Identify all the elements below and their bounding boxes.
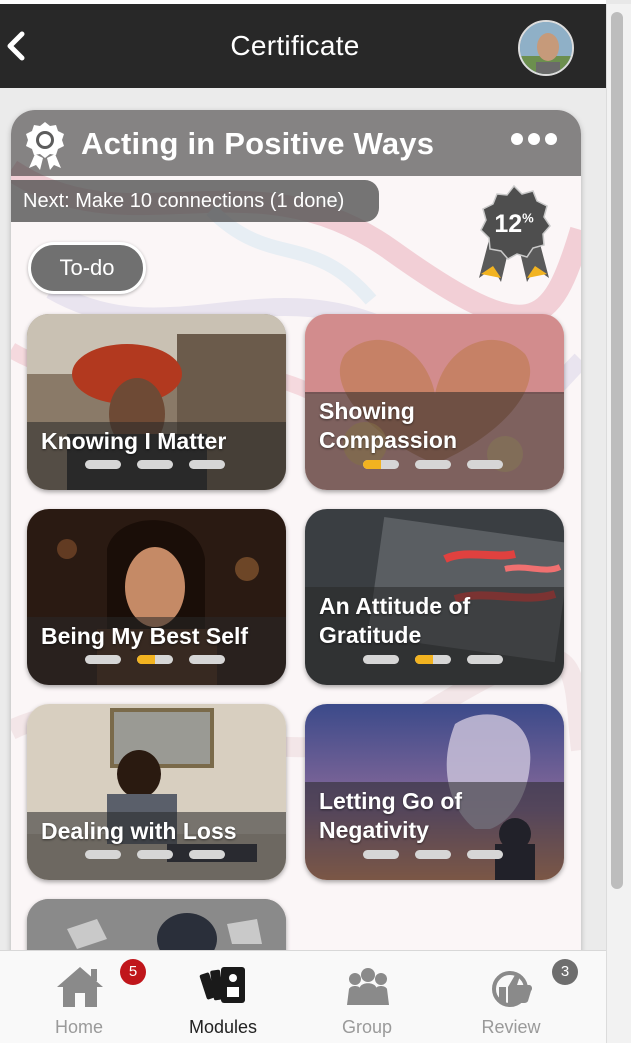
certificate-card: Acting in Positive Ways Next: Make 10 co… bbox=[11, 110, 581, 950]
module-title-line: Showing bbox=[319, 398, 415, 424]
next-step-text: Next: Make 10 connections (1 done) bbox=[23, 190, 345, 212]
module-title-line: Compassion bbox=[319, 427, 458, 453]
page-title: Certificate bbox=[230, 30, 360, 61]
module-progress bbox=[85, 655, 229, 665]
nav-label: Group bbox=[341, 1017, 393, 1037]
progress-badge: 12% bbox=[471, 182, 557, 286]
nav-home[interactable]: 5 Home bbox=[14, 951, 146, 1043]
module-tile-showing-compassion[interactable]: Showing Compassion bbox=[305, 314, 564, 490]
award-ribbon-icon bbox=[26, 122, 64, 170]
module-progress bbox=[363, 850, 507, 860]
module-tile-dealing-with-loss[interactable]: Dealing with Loss bbox=[27, 704, 286, 880]
progress-segment bbox=[415, 850, 451, 859]
next-step-bar: Next: Make 10 connections (1 done) bbox=[11, 180, 379, 222]
avatar[interactable] bbox=[518, 20, 574, 76]
dot-icon bbox=[511, 133, 523, 145]
certificate-screen: Certificate Acting in Positive Ways Next… bbox=[0, 0, 631, 1043]
nav-label: Review bbox=[481, 1017, 541, 1037]
progress-fill bbox=[137, 655, 155, 664]
module-title-line: An Attitude of bbox=[319, 593, 471, 619]
progress-percent: 12% bbox=[494, 210, 534, 238]
module-title: Showing Compassion bbox=[319, 397, 457, 455]
progress-segment bbox=[189, 460, 225, 469]
module-title: Being My Best Self bbox=[41, 623, 249, 649]
todo-filter-button[interactable]: To-do bbox=[28, 242, 146, 294]
module-tile-partial[interactable] bbox=[27, 899, 286, 950]
module-image bbox=[27, 899, 286, 950]
progress-segment bbox=[189, 850, 225, 859]
dot-icon bbox=[528, 133, 540, 145]
progress-segment bbox=[467, 655, 503, 664]
progress-segment bbox=[467, 460, 503, 469]
progress-segment bbox=[363, 850, 399, 859]
cards-icon bbox=[199, 967, 245, 1003]
progress-segment bbox=[363, 655, 399, 664]
main-content: Acting in Positive Ways Next: Make 10 co… bbox=[0, 88, 606, 950]
module-progress bbox=[85, 850, 229, 860]
progress-segment bbox=[467, 850, 503, 859]
scrollbar-thumb[interactable] bbox=[611, 12, 623, 889]
module-tile-being-my-best-self[interactable]: Being My Best Self bbox=[27, 509, 286, 685]
module-progress bbox=[363, 655, 507, 665]
user-photo bbox=[520, 22, 572, 74]
certificate-title: Acting in Positive Ways bbox=[81, 126, 435, 161]
nav-label: Modules bbox=[188, 1017, 258, 1037]
progress-segment bbox=[363, 460, 399, 469]
module-progress bbox=[363, 460, 507, 470]
progress-segment bbox=[415, 460, 451, 469]
thumbs-up-icon bbox=[492, 971, 533, 1007]
module-title-line: Letting Go of bbox=[319, 788, 463, 814]
module-tile-letting-go-of-negativity[interactable]: Letting Go of Negativity bbox=[305, 704, 564, 880]
progress-segment bbox=[85, 850, 121, 859]
nav-modules[interactable]: Modules bbox=[158, 951, 288, 1043]
progress-segment bbox=[415, 655, 451, 664]
progress-segment bbox=[137, 850, 173, 859]
progress-segment bbox=[189, 655, 225, 664]
module-progress bbox=[85, 460, 229, 470]
nav-group[interactable]: Group bbox=[302, 951, 432, 1043]
notification-badge: 3 bbox=[552, 959, 578, 985]
progress-segment bbox=[137, 460, 173, 469]
module-title: Letting Go of Negativity bbox=[319, 787, 462, 845]
app-header: Certificate bbox=[0, 0, 606, 88]
progress-fill bbox=[415, 655, 433, 664]
notification-badge: 5 bbox=[120, 959, 146, 985]
module-title: Knowing I Matter bbox=[41, 428, 227, 454]
progress-segment bbox=[85, 655, 121, 664]
dot-icon bbox=[545, 133, 557, 145]
progress-fill bbox=[363, 460, 381, 469]
module-title-line: Gratitude bbox=[319, 622, 422, 648]
module-tile-attitude-of-gratitude[interactable]: An Attitude of Gratitude bbox=[305, 509, 564, 685]
progress-segment bbox=[85, 460, 121, 469]
more-options-button[interactable] bbox=[511, 132, 567, 154]
module-tile-knowing-i-matter[interactable]: Knowing I Matter bbox=[27, 314, 286, 490]
module-title: Dealing with Loss bbox=[41, 818, 237, 844]
group-icon bbox=[347, 968, 389, 1005]
module-title-line: Negativity bbox=[319, 817, 429, 843]
top-divider bbox=[0, 0, 606, 4]
bottom-nav: 5 Home Modules Group 3 Review bbox=[0, 950, 606, 1043]
nav-review[interactable]: 3 Review bbox=[446, 951, 578, 1043]
home-icon bbox=[57, 967, 103, 1007]
progress-segment bbox=[137, 655, 173, 664]
nav-label: Home bbox=[54, 1017, 103, 1037]
module-title: An Attitude of Gratitude bbox=[319, 592, 470, 650]
